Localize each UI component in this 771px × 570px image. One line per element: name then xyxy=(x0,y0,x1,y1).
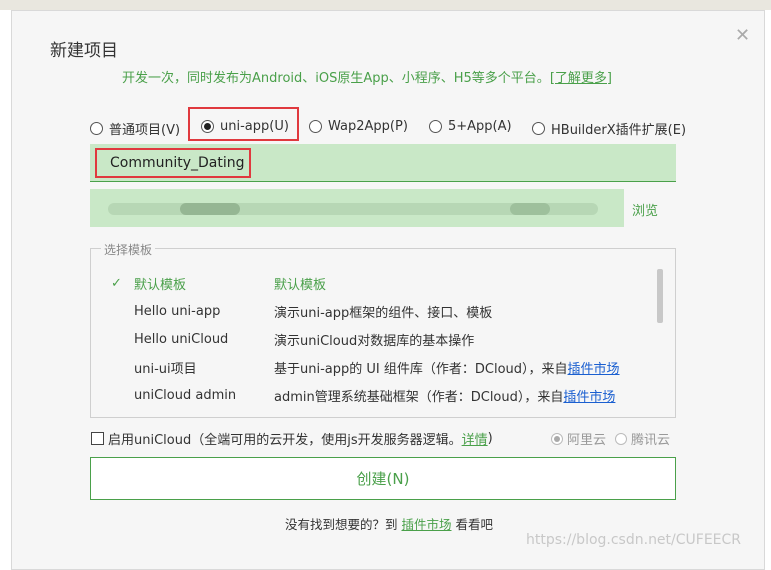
template-name: Hello uni-app xyxy=(134,303,221,319)
template-hello-unicloud[interactable]: Hello uniCloud 演示uniCloud对数据库的基本操作 xyxy=(91,328,651,350)
radio-wap2app[interactable]: Wap2App(P) xyxy=(309,119,408,134)
template-name: uniCloud admin xyxy=(134,387,237,403)
template-desc-text: admin管理系统基础框架（作者：DCloud），来自 xyxy=(274,389,564,405)
template-desc-text: 基于uni-app的 UI 组件库（作者：DCloud），来自 xyxy=(274,361,568,377)
plugin-market-link[interactable]: 插件市场 xyxy=(563,390,615,405)
provider-label: 腾讯云 xyxy=(631,433,671,448)
blurred-path-segment xyxy=(510,203,550,215)
template-group-legend: 选择模板 xyxy=(101,241,156,258)
radio-icon xyxy=(90,122,103,135)
template-hello-uni-app[interactable]: Hello uni-app 演示uni-app框架的组件、接口、模板 xyxy=(91,300,651,322)
provider-label: 阿里云 xyxy=(567,433,607,448)
unicloud-label-close: ) xyxy=(487,431,493,446)
radio-hbuilderx-plugin[interactable]: HBuilderX插件扩展(E) xyxy=(532,119,686,138)
new-project-dialog: ✕ 新建项目 开发一次，同时发布为Android、iOS原生App、小程序、H5… xyxy=(11,10,765,570)
footer-suffix: 看看吧 xyxy=(451,517,493,532)
radio-label: 5+App(A) xyxy=(448,119,512,134)
radio-label: HBuilderX插件扩展(E) xyxy=(551,123,687,138)
radio-icon xyxy=(429,120,442,133)
radio-5plus-app[interactable]: 5+App(A) xyxy=(429,119,512,134)
annotation-box-project-name xyxy=(95,148,251,178)
dialog-title: 新建项目 xyxy=(50,41,118,61)
radio-label: 普通项目(V) xyxy=(109,123,181,138)
background-strip xyxy=(0,0,771,10)
create-button[interactable]: 创建(N) xyxy=(90,457,676,500)
radio-tencent-cloud[interactable]: 腾讯云 xyxy=(615,429,670,448)
blurred-path-segment xyxy=(180,203,240,215)
enable-unicloud-checkbox[interactable] xyxy=(91,432,104,445)
template-uni-ui[interactable]: uni-ui项目 基于uni-app的 UI 组件库（作者：DCloud），来自… xyxy=(91,356,651,378)
template-default[interactable]: ✓ 默认模板 默认模板 xyxy=(91,272,651,294)
template-desc: 基于uni-app的 UI 组件库（作者：DCloud），来自插件市场 xyxy=(274,358,620,377)
checkmark-icon: ✓ xyxy=(111,275,122,291)
template-group: 选择模板 ✓ 默认模板 默认模板 Hello uni-app 演示uni-app… xyxy=(90,241,676,418)
template-name: 默认模板 xyxy=(134,277,187,293)
template-desc: 演示uni-app框架的组件、接口、模板 xyxy=(274,305,493,321)
footer-prefix: 没有找到想要的？到 xyxy=(285,517,402,532)
template-desc: 默认模板 xyxy=(274,277,327,293)
template-unicloud-admin[interactable]: uniCloud admin admin管理系统基础框架（作者：DCloud），… xyxy=(91,384,651,406)
radio-normal-project[interactable]: 普通项目(V) xyxy=(90,119,180,138)
template-desc: 演示uniCloud对数据库的基本操作 xyxy=(274,333,475,349)
project-path-input[interactable] xyxy=(90,189,624,227)
browse-button[interactable]: 浏览 xyxy=(632,200,658,219)
enable-unicloud-option: 启用uniCloud（全端可用的云开发，使用js开发服务器逻辑。 详情) xyxy=(91,429,493,448)
template-name: Hello uniCloud xyxy=(134,331,229,347)
radio-icon xyxy=(532,122,545,135)
plugin-market-link[interactable]: 插件市场 xyxy=(568,362,620,377)
annotation-box-uni-app xyxy=(188,107,299,141)
dialog-subtitle: 开发一次，同时发布为Android、iOS原生App、小程序、H5等多个平台。[… xyxy=(122,67,612,86)
close-icon[interactable]: ✕ xyxy=(735,27,750,45)
radio-selected-icon xyxy=(551,432,563,445)
footer-plugin-market-link[interactable]: 插件市场 xyxy=(401,517,451,532)
watermark: https://blog.csdn.net/CUFEECR xyxy=(526,532,742,548)
learn-more-link[interactable]: [了解更多] xyxy=(550,71,612,86)
enable-unicloud-label: 启用uniCloud（全端可用的云开发，使用js开发服务器逻辑。 xyxy=(108,433,462,448)
template-desc: admin管理系统基础框架（作者：DCloud），来自插件市场 xyxy=(274,386,615,405)
template-name: uni-ui项目 xyxy=(134,361,197,377)
subtitle-text: 开发一次，同时发布为Android、iOS原生App、小程序、H5等多个平台。 xyxy=(122,71,550,86)
footer-hint: 没有找到想要的？到 插件市场 看看吧 xyxy=(12,514,766,533)
radio-label: Wap2App(P) xyxy=(328,119,408,134)
radio-aliyun[interactable]: 阿里云 xyxy=(551,429,606,448)
radio-icon xyxy=(309,120,322,133)
template-scrollbar[interactable] xyxy=(657,269,663,323)
radio-icon xyxy=(615,432,627,445)
unicloud-details-link[interactable]: 详情 xyxy=(462,429,488,448)
